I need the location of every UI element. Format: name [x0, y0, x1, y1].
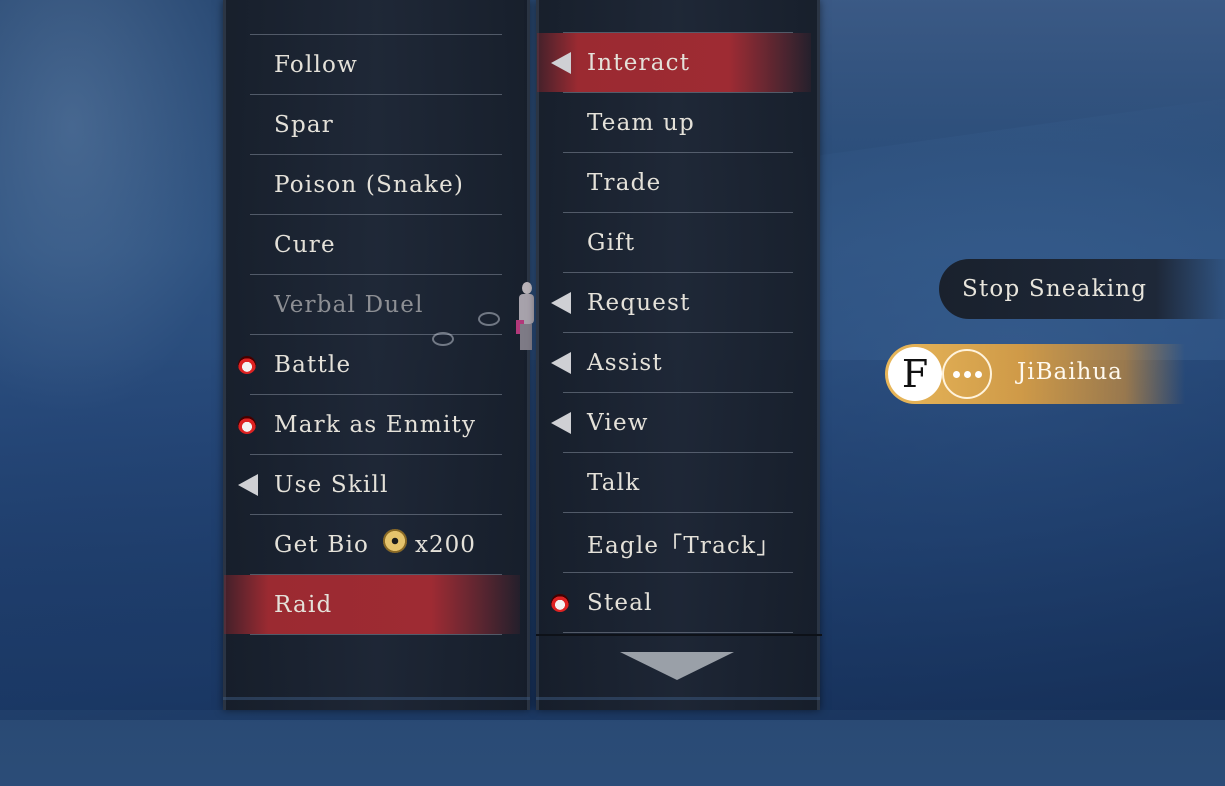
left-action-menu: Follow Spar Poison (Snake) Cure Verbal D… [224, 34, 520, 635]
menu-item-label: Talk [587, 469, 641, 496]
cost-amount: x200 [415, 531, 476, 558]
menu-item-label: Spar [274, 111, 334, 138]
more-options-icon [942, 349, 992, 399]
submenu-arrow-icon [238, 473, 258, 496]
menu-item-spar[interactable]: Spar [250, 94, 502, 154]
menu-item-raid[interactable]: Raid [224, 574, 520, 635]
menu-item-label: Get Bio [274, 531, 370, 558]
menu-item-request[interactable]: Request [551, 272, 793, 332]
menu-item-assist[interactable]: Assist [551, 332, 793, 392]
cliff-rock [0, 0, 240, 420]
menu-item-talk[interactable]: Talk [563, 452, 793, 512]
menu-item-view[interactable]: View [551, 392, 793, 452]
menu-divider [536, 634, 822, 636]
menu-item-mark-as-enmity[interactable]: Mark as Enmity [238, 394, 502, 454]
demon-mask-icon [238, 415, 256, 434]
submenu-arrow-icon [551, 351, 571, 374]
stop-sneaking-button[interactable]: Stop Sneaking [939, 259, 1225, 319]
submenu-arrow-icon [551, 411, 571, 434]
fog [820, 0, 1225, 150]
menu-item-gift[interactable]: Gift [563, 212, 793, 272]
npc-interact-prompt[interactable]: F JiBaihua [885, 344, 1185, 404]
menu-item-team-up[interactable]: Team up [563, 92, 793, 152]
menu-item-poison-snake[interactable]: Poison (Snake) [250, 154, 502, 214]
menu-item-label: Battle [274, 351, 352, 378]
menu-item-label: Eagle「Track」 [587, 532, 781, 559]
menu-item-label: Team up [587, 109, 695, 136]
menu-item-steal[interactable]: Steal [551, 572, 793, 633]
menu-item-cure[interactable]: Cure [250, 214, 502, 274]
eye-icon [432, 332, 454, 346]
demon-mask-icon [238, 355, 256, 374]
demon-mask-icon [551, 593, 569, 612]
menu-item-label: Mark as Enmity [274, 411, 477, 438]
f-key-icon: F [888, 347, 942, 401]
menu-item-trade[interactable]: Trade [563, 152, 793, 212]
npc-name: JiBaihua [1017, 359, 1123, 385]
submenu-arrow-icon [551, 291, 571, 314]
menu-item-label: Cure [274, 231, 336, 258]
menu-item-use-skill[interactable]: Use Skill [238, 454, 502, 514]
menu-item-label: Interact [587, 49, 691, 76]
chevron-down-icon[interactable] [620, 652, 734, 680]
right-action-menu: Interact Team up Trade Gift Request Assi… [537, 32, 811, 633]
menu-item-label: Trade [587, 169, 662, 196]
player-character [514, 282, 538, 352]
eye-icon [478, 312, 500, 326]
menu-item-label: Request [587, 289, 691, 316]
coin-icon [383, 528, 408, 553]
interact-key-label: F [901, 352, 929, 396]
menu-item-label: Raid [274, 591, 333, 618]
menu-item-battle[interactable]: Battle [238, 334, 502, 394]
menu-item-label: Use Skill [274, 471, 389, 498]
menu-item-follow[interactable]: Follow [250, 34, 502, 94]
menu-item-get-bio[interactable]: Get Bio x200 [250, 514, 502, 574]
menu-item-eagle-track[interactable]: Eagle「Track」 [563, 512, 793, 572]
menu-item-label: Verbal Duel [274, 291, 424, 318]
menu-item-label: View [587, 409, 649, 436]
menu-item-label: Steal [587, 589, 653, 616]
menu-item-label: Assist [587, 349, 663, 376]
menu-item-label: Follow [274, 51, 358, 78]
menu-item-label: Poison (Snake) [274, 171, 465, 198]
menu-item-interact[interactable]: Interact [537, 32, 811, 92]
stop-sneaking-label: Stop Sneaking [962, 276, 1148, 302]
menu-item-label: Gift [587, 229, 636, 256]
menu-item-verbal-duel[interactable]: Verbal Duel [250, 274, 502, 334]
